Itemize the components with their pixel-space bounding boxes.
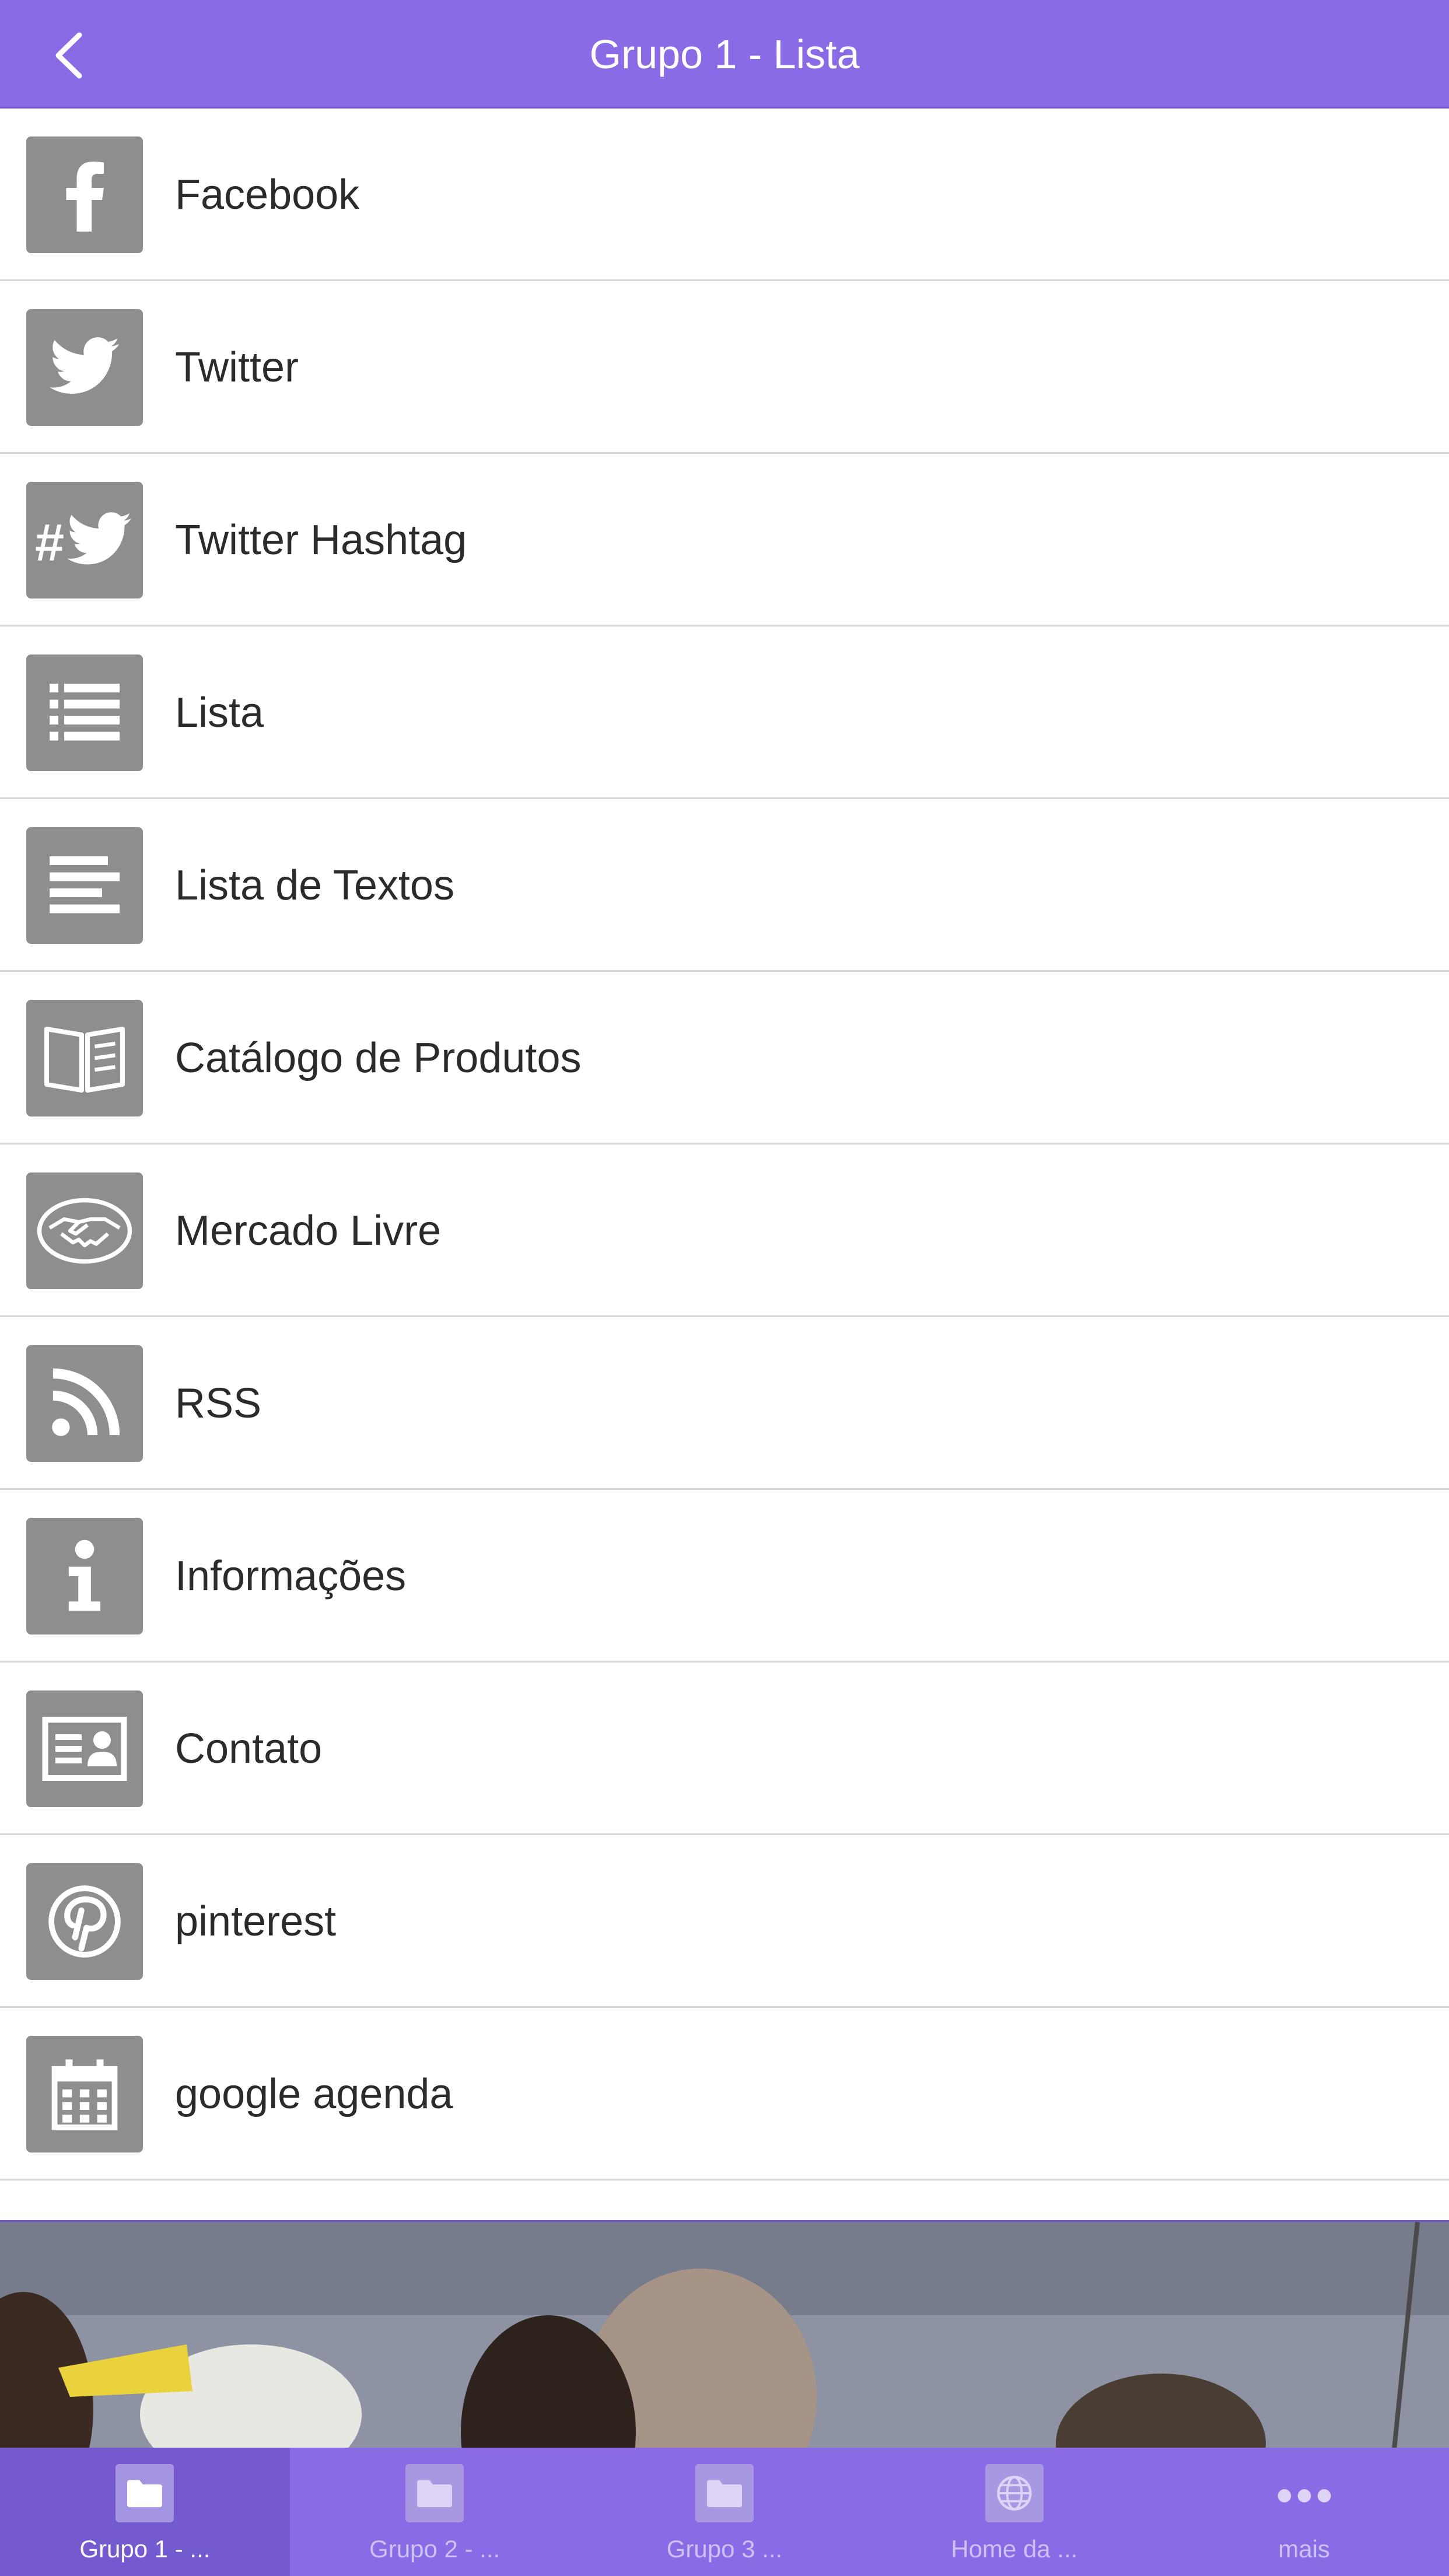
list-item-partial[interactable] xyxy=(0,2180,1449,2220)
chevron-left-icon xyxy=(55,32,82,79)
tab-more[interactable]: mais xyxy=(1159,2448,1449,2576)
list-item-twitter-hashtag[interactable]: # Twitter Hashtag xyxy=(0,454,1449,626)
back-button[interactable] xyxy=(41,23,105,88)
tab-grupo-1[interactable]: Grupo 1 - ... xyxy=(0,2448,290,2576)
twitter-icon xyxy=(26,309,143,426)
pinterest-icon xyxy=(26,1863,143,1980)
calendar-icon xyxy=(26,2036,143,2152)
list-item-label: Informações xyxy=(175,1553,407,1600)
tab-label: mais xyxy=(1278,2535,1330,2563)
catalog-book-icon xyxy=(26,1000,143,1116)
list-item-label: Contato xyxy=(175,1726,323,1772)
facebook-icon xyxy=(26,136,143,253)
list-item-twitter[interactable]: Twitter xyxy=(0,281,1449,454)
folder-icon xyxy=(405,2464,464,2522)
globe-icon xyxy=(985,2464,1044,2522)
list-item-rss[interactable]: RSS xyxy=(0,1317,1449,1490)
list-item-pinterest[interactable]: pinterest xyxy=(0,1835,1449,2008)
list-item-mercado-livre[interactable]: Mercado Livre xyxy=(0,1144,1449,1317)
list-item-contato[interactable]: Contato xyxy=(0,1662,1449,1835)
text-lines-icon xyxy=(26,827,143,944)
tab-grupo-2[interactable]: Grupo 2 - ... xyxy=(290,2448,580,2576)
tab-bar: Grupo 1 - ... Grupo 2 - ... Grupo 3 ... … xyxy=(0,2448,1449,2576)
banner-photo xyxy=(0,2220,1449,2448)
page-title: Grupo 1 - Lista xyxy=(589,32,860,77)
list-icon xyxy=(26,654,143,771)
contact-card-icon xyxy=(26,1690,143,1807)
crowd-photo-illustration xyxy=(0,2222,1449,2448)
list-item-label: RSS xyxy=(175,1380,262,1427)
svg-text:#: # xyxy=(35,514,64,572)
folder-icon xyxy=(116,2464,174,2522)
tab-grupo-3[interactable]: Grupo 3 ... xyxy=(580,2448,870,2576)
list-item-informacoes[interactable]: Informações xyxy=(0,1490,1449,1662)
list-item-label: pinterest xyxy=(175,1898,337,1945)
handshake-icon xyxy=(26,1172,143,1289)
list-item-label: Twitter xyxy=(175,344,299,391)
tab-label: Grupo 3 ... xyxy=(666,2535,783,2563)
navigation-bar: Grupo 1 - Lista xyxy=(0,0,1449,108)
tab-label: Grupo 1 - ... xyxy=(79,2535,211,2563)
tab-label: Home da ... xyxy=(951,2535,1078,2563)
list-item-label: Twitter Hashtag xyxy=(175,517,467,564)
list-item-label: google agenda xyxy=(175,2071,453,2118)
tab-home[interactable]: Home da ... xyxy=(869,2448,1159,2576)
item-list: Facebook Twitter # Twitter Hashtag Lista… xyxy=(0,108,1449,2220)
folder-icon xyxy=(695,2464,754,2522)
list-item-google-agenda[interactable]: google agenda xyxy=(0,2008,1449,2180)
info-icon xyxy=(26,1518,143,1634)
more-dots-icon xyxy=(1275,2464,1334,2522)
rss-icon xyxy=(26,1345,143,1462)
list-item-label: Mercado Livre xyxy=(175,1208,442,1254)
list-item-lista-de-textos[interactable]: Lista de Textos xyxy=(0,799,1449,972)
list-item-label: Catálogo de Produtos xyxy=(175,1035,582,1082)
list-item-facebook[interactable]: Facebook xyxy=(0,108,1449,281)
list-item-label: Facebook xyxy=(175,172,360,218)
list-item-label: Lista de Textos xyxy=(175,862,454,909)
list-item-catalogo[interactable]: Catálogo de Produtos xyxy=(0,972,1449,1144)
list-item-lista[interactable]: Lista xyxy=(0,626,1449,799)
list-item-label: Lista xyxy=(175,690,264,736)
tab-label: Grupo 2 - ... xyxy=(369,2535,501,2563)
twitter-hashtag-icon: # xyxy=(26,482,143,598)
